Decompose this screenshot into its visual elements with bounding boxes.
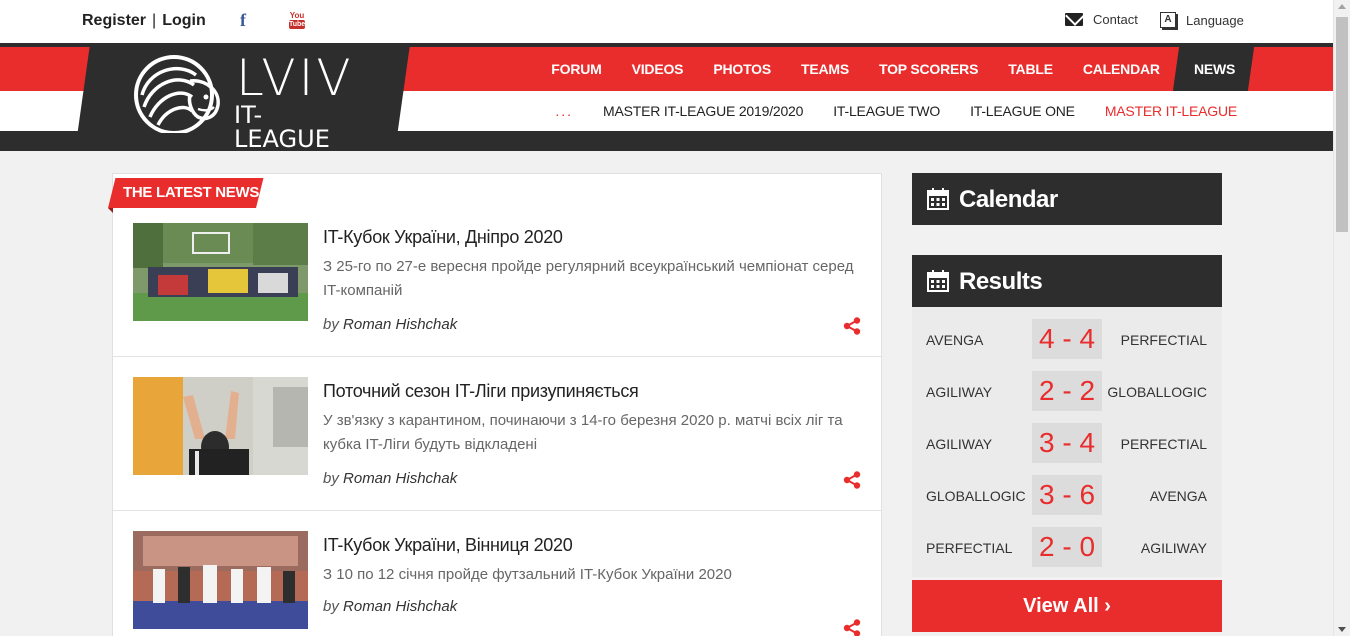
home-team: AVENGA — [926, 332, 984, 348]
result-row[interactable]: GLOBALLOGIC 3 - 6 AVENGA — [912, 475, 1222, 515]
results-list: AVENGA 4 - 4 PERFECTIAL AGILIWAY 2 - 2 G… — [912, 307, 1222, 577]
match-score: 2 - 2 — [1032, 371, 1102, 411]
home-team: PERFECTIAL — [926, 540, 1013, 556]
subnav-item-master-it-league[interactable]: MASTER IT-LEAGUE — [1105, 103, 1237, 119]
share-icon[interactable] — [843, 619, 861, 636]
youtube-icon-you: You — [289, 11, 305, 20]
author-name[interactable]: Roman Hishchak — [343, 470, 457, 487]
page-scrollbar[interactable] — [1333, 0, 1350, 636]
nav-item-top-scorers[interactable]: TOP SCORERS — [879, 61, 978, 77]
home-team: AGILIWAY — [926, 384, 993, 400]
article-author: by Roman Hishchak — [323, 316, 457, 333]
away-team: GLOBALLOGIC — [1107, 384, 1207, 400]
league-subnav: ... MASTER IT-LEAGUE 2019/2020 IT-LEAGUE… — [555, 91, 1237, 131]
scrollbar-thumb[interactable] — [1336, 17, 1348, 232]
author-prefix: by — [323, 598, 339, 615]
auth-links: Register | Login — [82, 12, 206, 30]
main-nav: FORUM VIDEOS PHOTOS TEAMS TOP SCORERS TA… — [521, 47, 1255, 91]
nav-item-teams[interactable]: TEAMS — [801, 61, 849, 77]
away-team: PERFECTIAL — [1120, 332, 1207, 348]
author-name[interactable]: Roman Hishchak — [343, 316, 457, 333]
language-label: Language — [1186, 12, 1244, 28]
top-bar: Register | Login f You Tube Contact A Lang… — [0, 0, 1333, 43]
logo-text-it-league: IT-LEAGUE — [234, 101, 330, 153]
article-description: З 25-го по 27-е вересня пройде регулярни… — [323, 258, 854, 299]
match-score: 3 - 6 — [1032, 475, 1102, 515]
match-score: 3 - 4 — [1032, 423, 1102, 463]
calendar-widget-title: Calendar — [959, 186, 1058, 213]
article-description: З 10 по 12 січня пройде футзальний IT-Ку… — [323, 566, 732, 583]
team-photo-image — [133, 223, 308, 321]
away-team: AGILIWAY — [1140, 540, 1207, 556]
latest-news-panel: IT-Кубок України, Дніпро 2020 З 25-го по… — [112, 173, 882, 636]
view-all-results-button[interactable]: View All › — [912, 580, 1222, 632]
nav-item-table[interactable]: TABLE — [1008, 61, 1053, 77]
referee-photo-image — [133, 377, 308, 475]
result-row[interactable]: AGILIWAY 2 - 2 GLOBALLOGIC — [912, 371, 1222, 411]
home-team: GLOBALLOGIC — [926, 488, 1026, 504]
facebook-icon[interactable]: f — [240, 10, 246, 31]
result-row[interactable]: AGILIWAY 3 - 4 PERFECTIAL — [912, 423, 1222, 463]
language-icon: A — [1160, 12, 1176, 28]
home-team: AGILIWAY — [926, 436, 993, 452]
article-thumbnail[interactable] — [133, 377, 308, 475]
scroll-up-arrow-icon[interactable] — [1338, 4, 1346, 9]
calendar-icon — [927, 188, 949, 210]
nav-item-news-label: NEWS — [1193, 61, 1235, 77]
author-prefix: by — [323, 316, 339, 333]
site-header: LVIV IT-LEAGUE FORUM VIDEOS PHOTOS TEAMS… — [0, 43, 1333, 151]
contact-link[interactable]: Contact — [1065, 12, 1138, 27]
nav-item-photos[interactable]: PHOTOS — [713, 61, 771, 77]
calendar-icon — [927, 270, 949, 292]
lion-emblem-icon — [134, 55, 220, 135]
article-thumbnail[interactable] — [133, 223, 308, 321]
subnav-item-it-league-two[interactable]: IT-LEAGUE TWO — [833, 103, 940, 119]
results-widget-header: Results — [912, 255, 1222, 307]
envelope-icon — [1065, 13, 1083, 26]
article-title[interactable]: IT-Кубок України, Вінниця 2020 — [323, 535, 573, 556]
site-logo[interactable]: LVIV IT-LEAGUE — [128, 49, 358, 151]
latest-news-heading: THE LATEST NEWS — [108, 178, 264, 213]
author-prefix: by — [323, 470, 339, 487]
register-link[interactable]: Register — [82, 12, 146, 29]
youtube-icon-tube: Tube — [289, 20, 306, 29]
scroll-down-arrow-icon[interactable] — [1338, 627, 1346, 632]
share-icon[interactable] — [843, 471, 861, 489]
nav-item-news[interactable]: NEWS — [1172, 47, 1255, 91]
article-description: У зв'язку з карантином, починаючи з 14-г… — [323, 412, 843, 453]
news-article: Поточний сезон IT-Ліги призупиняється У … — [113, 357, 881, 511]
futsal-match-photo-image — [133, 531, 308, 629]
article-thumbnail[interactable] — [133, 531, 308, 629]
result-row[interactable]: PERFECTIAL 2 - 0 AGILIWAY — [912, 527, 1222, 567]
logo-text-lviv: LVIV — [236, 49, 354, 107]
subnav-item-master-2019-2020[interactable]: MASTER IT-LEAGUE 2019/2020 — [603, 103, 803, 119]
away-team: AVENGA — [1149, 488, 1207, 504]
nav-item-calendar[interactable]: CALENDAR — [1083, 61, 1160, 77]
auth-separator: | — [152, 12, 157, 29]
results-widget-title: Results — [959, 268, 1043, 295]
article-author: by Roman Hishchak — [323, 470, 457, 487]
contact-label: Contact — [1093, 12, 1138, 27]
subnav-more-dots[interactable]: ... — [555, 103, 573, 119]
away-team: PERFECTIAL — [1120, 436, 1207, 452]
latest-news-label: THE LATEST NEWS — [123, 184, 260, 201]
nav-item-forum[interactable]: FORUM — [551, 61, 602, 77]
news-article: IT-Кубок України, Вінниця 2020 З 10 по 1… — [113, 511, 881, 636]
match-score: 4 - 4 — [1032, 319, 1102, 359]
match-score: 2 - 0 — [1032, 527, 1102, 567]
language-link[interactable]: A Language — [1160, 12, 1244, 28]
login-link[interactable]: Login — [162, 12, 206, 29]
calendar-widget-header[interactable]: Calendar — [912, 173, 1222, 225]
article-title[interactable]: Поточний сезон IT-Ліги призупиняється — [323, 381, 639, 402]
result-row[interactable]: AVENGA 4 - 4 PERFECTIAL — [912, 319, 1222, 359]
youtube-icon[interactable]: You Tube — [289, 12, 305, 30]
article-author: by Roman Hishchak — [323, 598, 457, 615]
article-title[interactable]: IT-Кубок України, Дніпро 2020 — [323, 227, 563, 248]
heading-ribbon-fold — [108, 208, 113, 213]
author-name[interactable]: Roman Hishchak — [343, 598, 457, 615]
share-icon[interactable] — [843, 317, 861, 335]
subnav-item-it-league-one[interactable]: IT-LEAGUE ONE — [970, 103, 1075, 119]
nav-item-videos[interactable]: VIDEOS — [632, 61, 684, 77]
